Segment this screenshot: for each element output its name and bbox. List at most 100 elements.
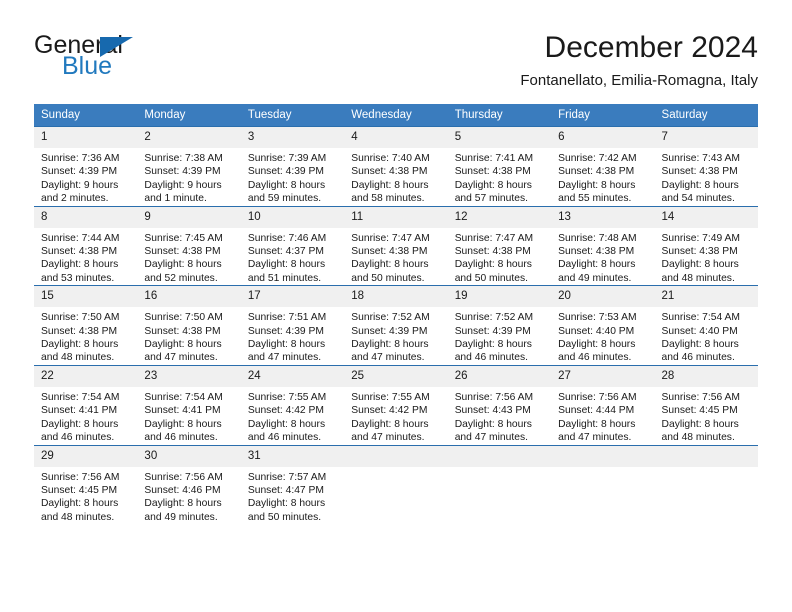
day-cell[interactable]: 10 Sunrise: 7:46 AM Sunset: 4:37 PM Dayl… [240,205,345,286]
day-cell[interactable]: 27 Sunrise: 7:56 AM Sunset: 4:44 PM Dayl… [551,364,655,445]
sunset-text: Sunset: 4:39 PM [144,166,221,178]
logo-text-blue: Blue [62,52,113,80]
day-cell[interactable]: 2 Sunrise: 7:38 AM Sunset: 4:39 PM Dayli… [137,126,241,207]
day-number [447,445,552,467]
sunset-text: Sunset: 4:45 PM [41,484,118,496]
day-cell[interactable]: 4 Sunrise: 7:40 AM Sunset: 4:38 PM Dayli… [344,126,448,207]
sunrise-text: Sunrise: 7:55 AM [247,391,327,403]
day-details: Sunrise: 7:53 AM Sunset: 4:40 PM Dayligh… [551,307,654,365]
day-cell[interactable]: 8 Sunrise: 7:44 AM Sunset: 4:38 PM Dayli… [34,205,138,286]
sunrise-text: Sunrise: 7:55 AM [351,391,430,403]
day-details: Sunrise: 7:47 AM Sunset: 4:38 PM Dayligh… [344,228,447,286]
daylight-text-line1: Daylight: 8 hours [247,259,326,271]
day-number: 5 [447,127,552,148]
daylight-text-line1: Daylight: 8 hours [661,339,739,351]
day-cell[interactable]: 28 Sunrise: 7:56 AM Sunset: 4:45 PM Dayl… [654,364,758,445]
sunset-text: Sunset: 4:40 PM [661,325,738,337]
daylight-text-line2: and 55 minutes. [558,193,632,205]
day-cell[interactable]: 15 Sunrise: 7:50 AM Sunset: 4:38 PM Dayl… [34,285,138,366]
daylight-text-line1: Daylight: 8 hours [454,339,532,351]
daylight-text-line2: and 59 minutes. [247,193,322,205]
day-cell[interactable]: 12 Sunrise: 7:47 AM Sunset: 4:38 PM Dayl… [447,205,552,286]
sunrise-text: Sunrise: 7:52 AM [454,312,534,324]
sunrise-text: Sunrise: 7:36 AM [41,153,120,164]
daylight-text-line2: and 58 minutes. [351,193,425,205]
sunset-text: Sunset: 4:38 PM [454,246,531,258]
day-cell-empty [654,444,758,525]
daylight-text-line1: Daylight: 8 hours [41,418,119,430]
sunrise-text: Sunrise: 7:51 AM [247,312,327,324]
sunrise-text: Sunrise: 7:56 AM [41,471,120,483]
day-details: Sunrise: 7:36 AM Sunset: 4:39 PM Dayligh… [34,148,137,206]
day-cell[interactable]: 11 Sunrise: 7:47 AM Sunset: 4:38 PM Dayl… [344,205,448,286]
weekday-header-thursday: Thursday [447,104,552,127]
day-cell[interactable]: 1 Sunrise: 7:36 AM Sunset: 4:39 PM Dayli… [34,126,138,207]
day-number: 14 [654,206,758,228]
day-number: 3 [240,127,345,148]
day-details: Sunrise: 7:56 AM Sunset: 4:44 PM Dayligh… [551,387,654,445]
day-cell[interactable]: 6 Sunrise: 7:42 AM Sunset: 4:38 PM Dayli… [551,126,655,207]
sunset-text: Sunset: 4:38 PM [144,325,221,337]
day-details: Sunrise: 7:47 AM Sunset: 4:38 PM Dayligh… [448,228,551,286]
daylight-text-line1: Daylight: 8 hours [351,259,429,271]
day-cell[interactable]: 20 Sunrise: 7:53 AM Sunset: 4:40 PM Dayl… [551,285,655,366]
calendar-body: 1 Sunrise: 7:36 AM Sunset: 4:39 PM Dayli… [34,126,758,525]
daylight-text-line2: and 48 minutes. [661,432,735,444]
day-cell[interactable]: 3 Sunrise: 7:39 AM Sunset: 4:39 PM Dayli… [240,126,345,207]
daylight-text-line1: Daylight: 8 hours [247,179,326,191]
day-details: Sunrise: 7:54 AM Sunset: 4:41 PM Dayligh… [34,387,137,445]
day-number [551,445,655,467]
day-cell[interactable]: 18 Sunrise: 7:52 AM Sunset: 4:39 PM Dayl… [344,285,448,366]
day-cell[interactable]: 16 Sunrise: 7:50 AM Sunset: 4:38 PM Dayl… [137,285,241,366]
day-cell[interactable]: 25 Sunrise: 7:55 AM Sunset: 4:42 PM Dayl… [344,364,448,445]
day-number: 7 [654,127,758,148]
day-cell-empty [551,444,655,525]
title-block: December 2024 Fontanellato, Emilia-Romag… [520,30,758,90]
day-cell[interactable]: 23 Sunrise: 7:54 AM Sunset: 4:41 PM Dayl… [137,364,241,445]
daylight-text-line2: and 47 minutes. [351,352,425,364]
day-number: 11 [344,206,448,228]
daylight-text-line1: Daylight: 9 hours [41,179,119,191]
sunset-text: Sunset: 4:38 PM [351,246,428,258]
day-cell[interactable]: 19 Sunrise: 7:52 AM Sunset: 4:39 PM Dayl… [447,285,552,366]
day-number [654,445,758,467]
sunrise-text: Sunrise: 7:52 AM [351,312,430,324]
day-cell[interactable]: 21 Sunrise: 7:54 AM Sunset: 4:40 PM Dayl… [654,285,758,366]
daylight-text-line2: and 49 minutes. [144,511,218,523]
day-cell[interactable]: 7 Sunrise: 7:43 AM Sunset: 4:38 PM Dayli… [654,126,758,207]
day-cell[interactable]: 30 Sunrise: 7:56 AM Sunset: 4:46 PM Dayl… [137,444,241,525]
day-cell[interactable]: 13 Sunrise: 7:48 AM Sunset: 4:38 PM Dayl… [551,205,655,286]
sunset-text: Sunset: 4:38 PM [351,166,428,178]
sunset-text: Sunset: 4:38 PM [661,246,738,258]
daylight-text-line2: and 53 minutes. [41,272,115,284]
daylight-text-line2: and 52 minutes. [144,272,218,284]
day-number: 10 [240,206,345,228]
day-cell[interactable]: 31 Sunrise: 7:57 AM Sunset: 4:47 PM Dayl… [240,444,345,525]
day-details: Sunrise: 7:55 AM Sunset: 4:42 PM Dayligh… [344,387,447,445]
day-cell[interactable]: 5 Sunrise: 7:41 AM Sunset: 4:38 PM Dayli… [447,126,552,207]
daylight-text-line1: Daylight: 8 hours [558,339,636,351]
day-number: 17 [240,286,345,308]
calendar-grid: Sunday Monday Tuesday Wednesday Thursday… [34,104,758,525]
day-cell[interactable]: 29 Sunrise: 7:56 AM Sunset: 4:45 PM Dayl… [34,444,138,525]
week-row: 8 Sunrise: 7:44 AM Sunset: 4:38 PM Dayli… [34,205,758,286]
daylight-text-line1: Daylight: 8 hours [247,339,326,351]
day-cell[interactable]: 17 Sunrise: 7:51 AM Sunset: 4:39 PM Dayl… [240,285,345,366]
daylight-text-line1: Daylight: 8 hours [144,339,222,351]
sunrise-text: Sunrise: 7:54 AM [661,312,740,324]
week-row: 1 Sunrise: 7:36 AM Sunset: 4:39 PM Dayli… [34,126,758,207]
day-cell[interactable]: 26 Sunrise: 7:56 AM Sunset: 4:43 PM Dayl… [447,364,552,445]
day-details: Sunrise: 7:50 AM Sunset: 4:38 PM Dayligh… [137,307,240,365]
sunset-text: Sunset: 4:38 PM [144,246,221,258]
day-cell[interactable]: 14 Sunrise: 7:49 AM Sunset: 4:38 PM Dayl… [654,205,758,286]
daylight-text-line1: Daylight: 8 hours [351,179,429,191]
day-cell[interactable]: 24 Sunrise: 7:55 AM Sunset: 4:42 PM Dayl… [240,364,345,445]
day-cell[interactable]: 9 Sunrise: 7:45 AM Sunset: 4:38 PM Dayli… [137,205,241,286]
sunrise-text: Sunrise: 7:40 AM [351,153,430,164]
day-cell[interactable]: 22 Sunrise: 7:54 AM Sunset: 4:41 PM Dayl… [34,364,138,445]
daylight-text-line2: and 51 minutes. [247,272,322,284]
day-number: 18 [344,286,448,308]
daylight-text-line2: and 50 minutes. [351,272,425,284]
sunrise-text: Sunrise: 7:45 AM [144,232,223,244]
daylight-text-line1: Daylight: 9 hours [144,179,222,191]
